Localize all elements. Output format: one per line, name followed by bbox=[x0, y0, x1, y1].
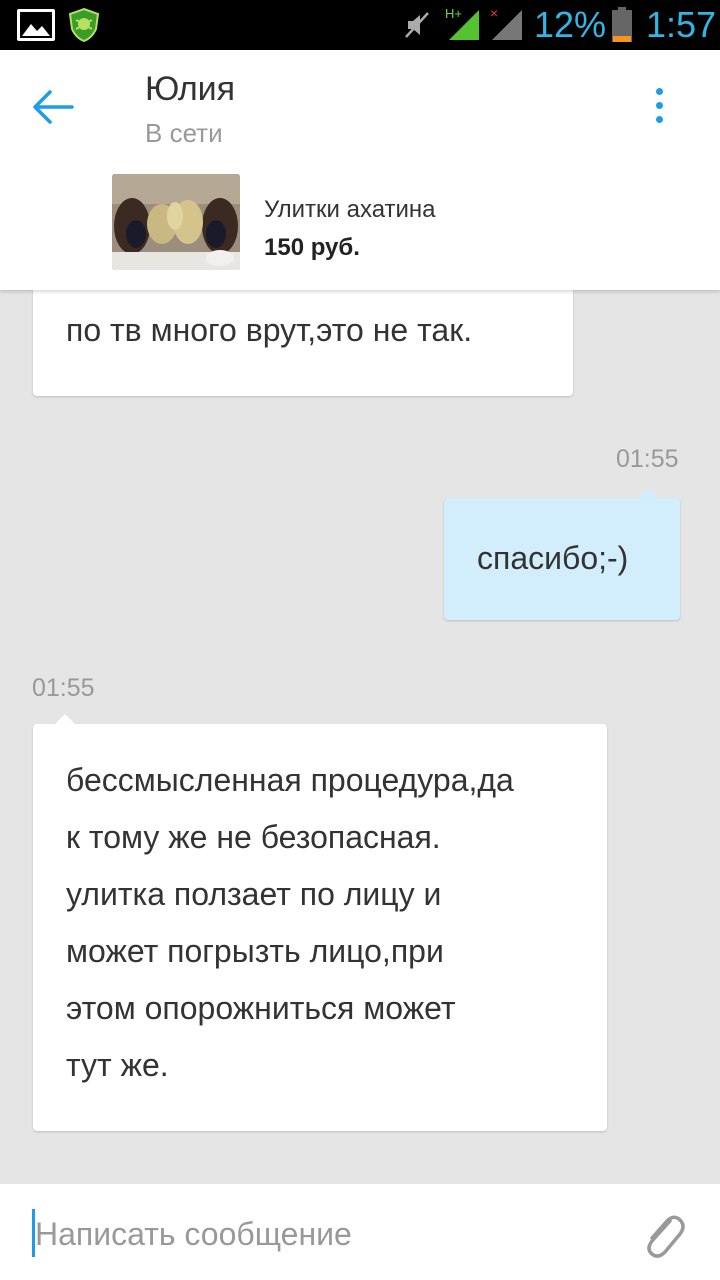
battery-icon bbox=[612, 7, 632, 42]
message-text: спасибо;-) bbox=[477, 540, 629, 576]
svg-text:H+: H+ bbox=[445, 6, 462, 21]
product-title[interactable]: Улитки ахатина bbox=[264, 196, 436, 224]
svg-text:×: × bbox=[490, 6, 498, 21]
mute-icon bbox=[405, 12, 429, 38]
bubble-tail bbox=[55, 714, 75, 724]
paperclip-icon[interactable] bbox=[640, 1209, 686, 1259]
shield-icon bbox=[68, 7, 100, 43]
clock: 1:57 bbox=[646, 4, 717, 45]
contact-status: В сети bbox=[145, 118, 223, 148]
product-price: 150 руб. bbox=[264, 234, 360, 261]
more-options-icon[interactable] bbox=[648, 88, 670, 128]
signal-h-plus-icon: H+ bbox=[445, 6, 479, 40]
signal-no-sim-icon: × bbox=[490, 6, 522, 40]
message-timestamp: 01:55 bbox=[32, 674, 95, 702]
back-arrow-icon[interactable] bbox=[28, 86, 78, 128]
message-bubble-incoming[interactable]: бессмысленная процедура,да к тому же не … bbox=[33, 724, 607, 1131]
battery-percent: 12% bbox=[534, 4, 607, 45]
message-timestamp: 01:55 bbox=[616, 445, 679, 473]
message-text: бессмысленная процедура,да к тому же не … bbox=[66, 762, 514, 1083]
message-composer bbox=[0, 1184, 720, 1280]
message-bubble-outgoing[interactable]: спасибо;-) bbox=[444, 498, 680, 620]
product-thumbnail[interactable] bbox=[112, 174, 240, 270]
message-text: по тв много врут,это не так. bbox=[66, 312, 473, 348]
gallery-icon bbox=[17, 9, 55, 41]
chat-header: Юлия В сети Улитки ахатина 150 руб. bbox=[0, 50, 720, 290]
message-input[interactable] bbox=[35, 1208, 625, 1260]
contact-name: Юлия bbox=[145, 70, 236, 108]
bubble-tail bbox=[639, 488, 659, 498]
status-bar: H+ × 12% 1:57 bbox=[0, 0, 720, 50]
